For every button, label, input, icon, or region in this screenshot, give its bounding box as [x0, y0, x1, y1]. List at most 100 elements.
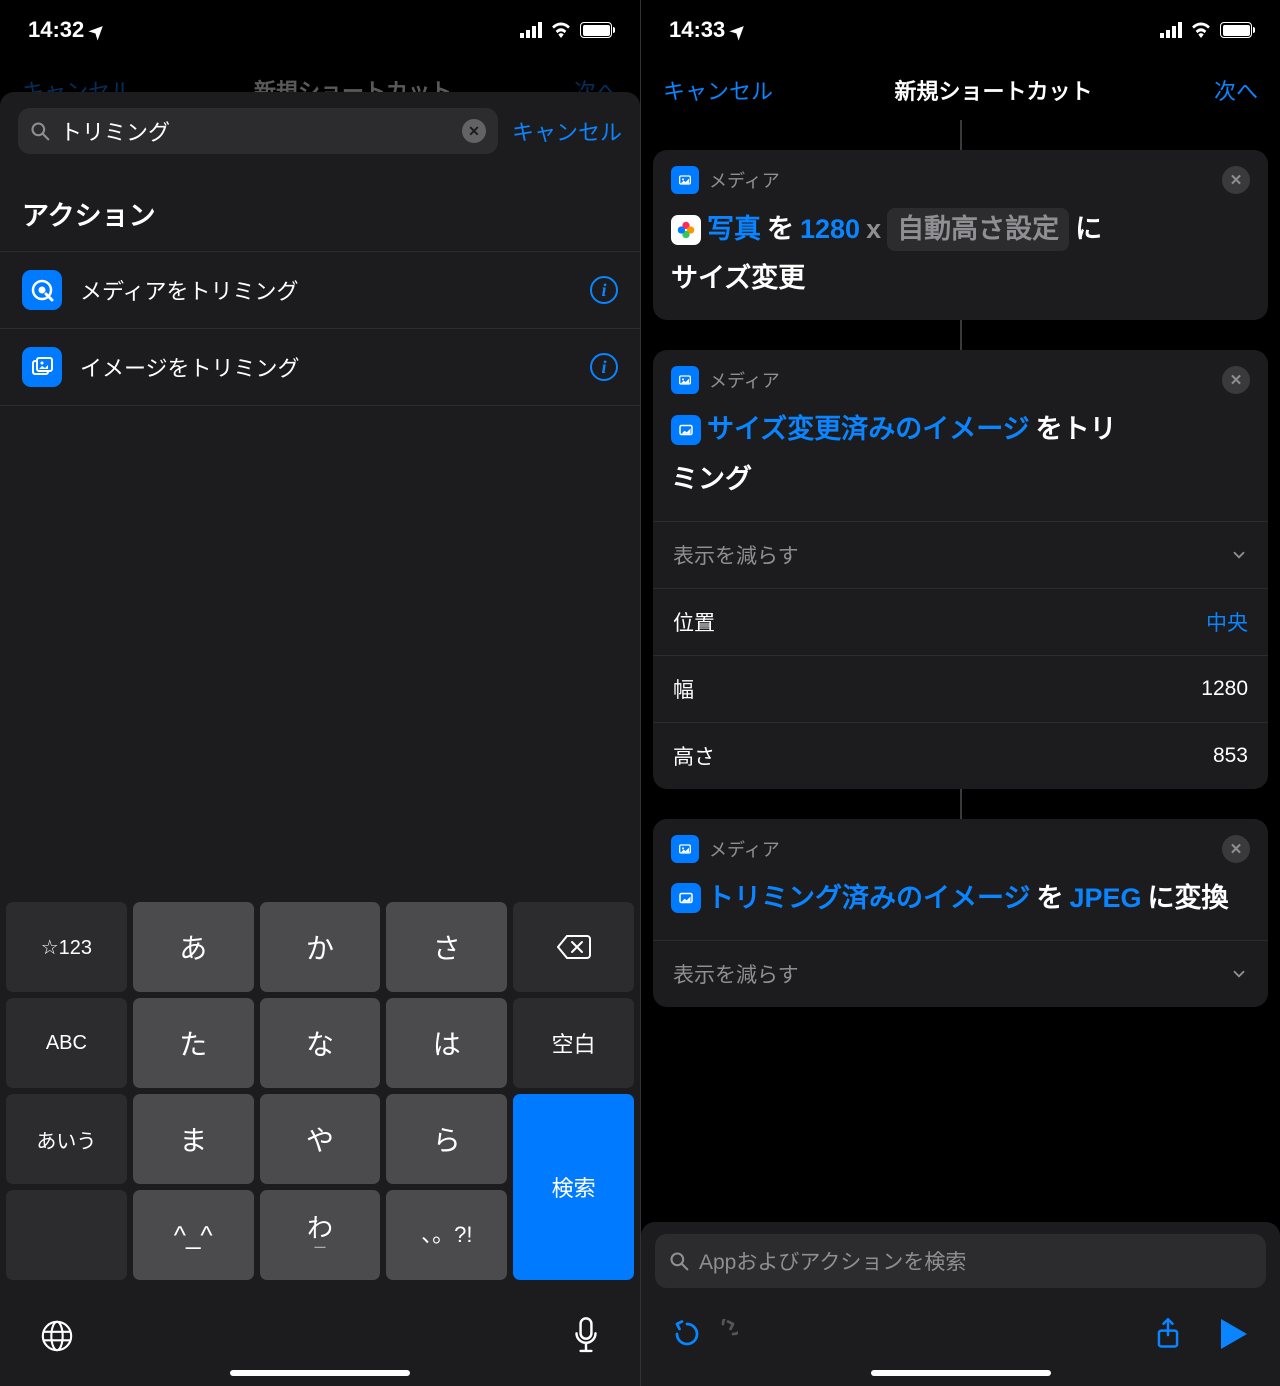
key-ra[interactable]: ら [386, 1094, 507, 1184]
mic-icon[interactable] [572, 1317, 600, 1355]
bottom-search-bar: Appおよびアクションを検索 [641, 1222, 1280, 1300]
search-input[interactable] [60, 118, 452, 144]
action-block-convert[interactable]: メディア ✕ トリミング済みのイメージ を JPEG に変換 表示を減らす [653, 819, 1268, 1007]
key-search[interactable]: 検索 [513, 1094, 634, 1280]
key-aiu[interactable]: あいう [6, 1094, 127, 1184]
key-abc[interactable]: ABC [6, 998, 127, 1088]
text-convert: に変換 [1148, 877, 1229, 920]
globe-icon[interactable] [40, 1319, 74, 1353]
search-cancel-button[interactable]: キャンセル [512, 115, 622, 147]
block-category: メディア [709, 836, 1212, 862]
home-indicator[interactable] [871, 1370, 1051, 1376]
action-block-resize[interactable]: メディア ✕ 写真 を 1280 x 自動高さ設定 に サイズ変更 [653, 150, 1268, 320]
token-jpeg[interactable]: JPEG [1069, 877, 1141, 920]
key-star123[interactable]: ☆123 [6, 902, 127, 992]
key-wa[interactable]: わー [260, 1190, 381, 1280]
text-suffix: をトリ [1036, 408, 1117, 451]
location-icon: ➤ [726, 19, 752, 45]
key-space[interactable]: 空白 [513, 998, 634, 1088]
row-value[interactable]: 853 [1213, 744, 1248, 768]
action-trim-image[interactable]: イメージをトリミング i [0, 328, 640, 405]
token-autoheight[interactable]: 自動高さ設定 [887, 208, 1069, 251]
key-na[interactable]: な [260, 998, 381, 1088]
status-bar: 14:33 ➤ [641, 0, 1280, 60]
token-width[interactable]: 1280 [800, 208, 860, 251]
token-input-image[interactable]: サイズ変更済みのイメージ [707, 408, 1030, 451]
info-icon[interactable]: i [590, 276, 618, 304]
text-wo: を [767, 208, 794, 251]
token-input-image[interactable]: トリミング済みのイメージ [707, 877, 1030, 920]
play-button[interactable] [1216, 1316, 1252, 1352]
close-icon[interactable]: ✕ [1222, 366, 1250, 394]
token-photos[interactable]: 写真 [707, 208, 761, 251]
expand-toggle[interactable]: 表示を減らす [653, 521, 1268, 588]
actions-section-title: アクション [0, 170, 640, 251]
row-label: 位置 [673, 607, 715, 637]
action-block-crop[interactable]: メディア ✕ サイズ変更済みのイメージ をトリ ミング 表示を減らす 位置 中央… [653, 350, 1268, 788]
media-inline-icon [671, 883, 701, 913]
row-position[interactable]: 位置 中央 [653, 588, 1268, 655]
search-icon [30, 121, 50, 141]
nav-cancel-button[interactable]: キャンセル [663, 74, 773, 106]
key-backspace[interactable] [513, 902, 634, 992]
key-ha[interactable]: は [386, 998, 507, 1088]
search-row: ✕ キャンセル [0, 92, 640, 170]
nav-title: 新規ショートカット [894, 74, 1092, 106]
info-icon[interactable]: i [590, 353, 618, 381]
row-height[interactable]: 高さ 853 [653, 722, 1268, 789]
key-ma[interactable]: ま [133, 1094, 254, 1184]
backspace-icon [557, 934, 591, 960]
key-ya[interactable]: や [260, 1094, 381, 1184]
key-a[interactable]: あ [133, 902, 254, 992]
chevron-down-icon [1230, 965, 1248, 983]
bottom-search-field[interactable]: Appおよびアクションを検索 [655, 1234, 1266, 1288]
clear-icon[interactable]: ✕ [462, 119, 486, 143]
images-icon [22, 347, 62, 387]
undo-button[interactable] [669, 1316, 705, 1352]
text-resize: サイズ変更 [671, 257, 1250, 300]
key-empty[interactable] [6, 1190, 127, 1280]
phone-left: 14:32 ➤ キャンセル 新規ショートカット 次へ ✕ キャンセル アクション… [0, 0, 640, 1386]
wifi-icon [1190, 22, 1212, 38]
share-button[interactable] [1150, 1316, 1186, 1352]
connector-line [960, 789, 962, 819]
phone-right: 14:33 ➤ キャンセル 新規ショートカット 次へ メディア ✕ 写真 を 1… [640, 0, 1280, 1386]
keyboard: ☆123 あ か さ ABC た な は 空白 あいう ま や ら 検索 ^_^… [0, 896, 640, 1386]
key-face[interactable]: ^_^ [133, 1190, 254, 1280]
redo-button[interactable] [705, 1316, 741, 1352]
row-value[interactable]: 1280 [1201, 677, 1248, 701]
status-right [1160, 22, 1252, 38]
key-punct[interactable]: 、。?! [386, 1190, 507, 1280]
media-inline-icon [671, 415, 701, 445]
cellular-icon [520, 22, 542, 38]
text-wo: を [1036, 877, 1063, 920]
close-icon[interactable]: ✕ [1222, 835, 1250, 863]
location-icon: ➤ [85, 19, 111, 45]
row-value[interactable]: 中央 [1206, 607, 1248, 637]
expand-label: 表示を減らす [673, 959, 799, 989]
cellular-icon [1160, 22, 1182, 38]
battery-icon [580, 22, 612, 38]
bottom-search-placeholder: Appおよびアクションを検索 [699, 1246, 966, 1276]
key-ka[interactable]: か [260, 902, 381, 992]
connector-line [960, 120, 962, 150]
action-label: イメージをトリミング [80, 351, 572, 383]
action-trim-media[interactable]: メディアをトリミング i [0, 252, 640, 328]
expand-toggle[interactable]: 表示を減らす [653, 940, 1268, 1007]
chevron-down-icon [1230, 546, 1248, 564]
row-width[interactable]: 幅 1280 [653, 655, 1268, 722]
key-ta[interactable]: た [133, 998, 254, 1088]
media-icon [671, 366, 699, 394]
text-ni: に [1075, 208, 1102, 251]
close-icon[interactable]: ✕ [1222, 166, 1250, 194]
nav-next-button[interactable]: 次へ [1214, 74, 1258, 106]
nav-bar: キャンセル 新規ショートカット 次へ [641, 60, 1280, 120]
key-sa[interactable]: さ [386, 902, 507, 992]
home-indicator[interactable] [230, 1370, 410, 1376]
block-category: メディア [709, 167, 1212, 193]
wifi-icon [550, 22, 572, 38]
battery-icon [1220, 22, 1252, 38]
action-label: メディアをトリミング [80, 274, 572, 306]
status-time: 14:33 ➤ [669, 17, 747, 43]
search-field[interactable]: ✕ [18, 108, 498, 154]
